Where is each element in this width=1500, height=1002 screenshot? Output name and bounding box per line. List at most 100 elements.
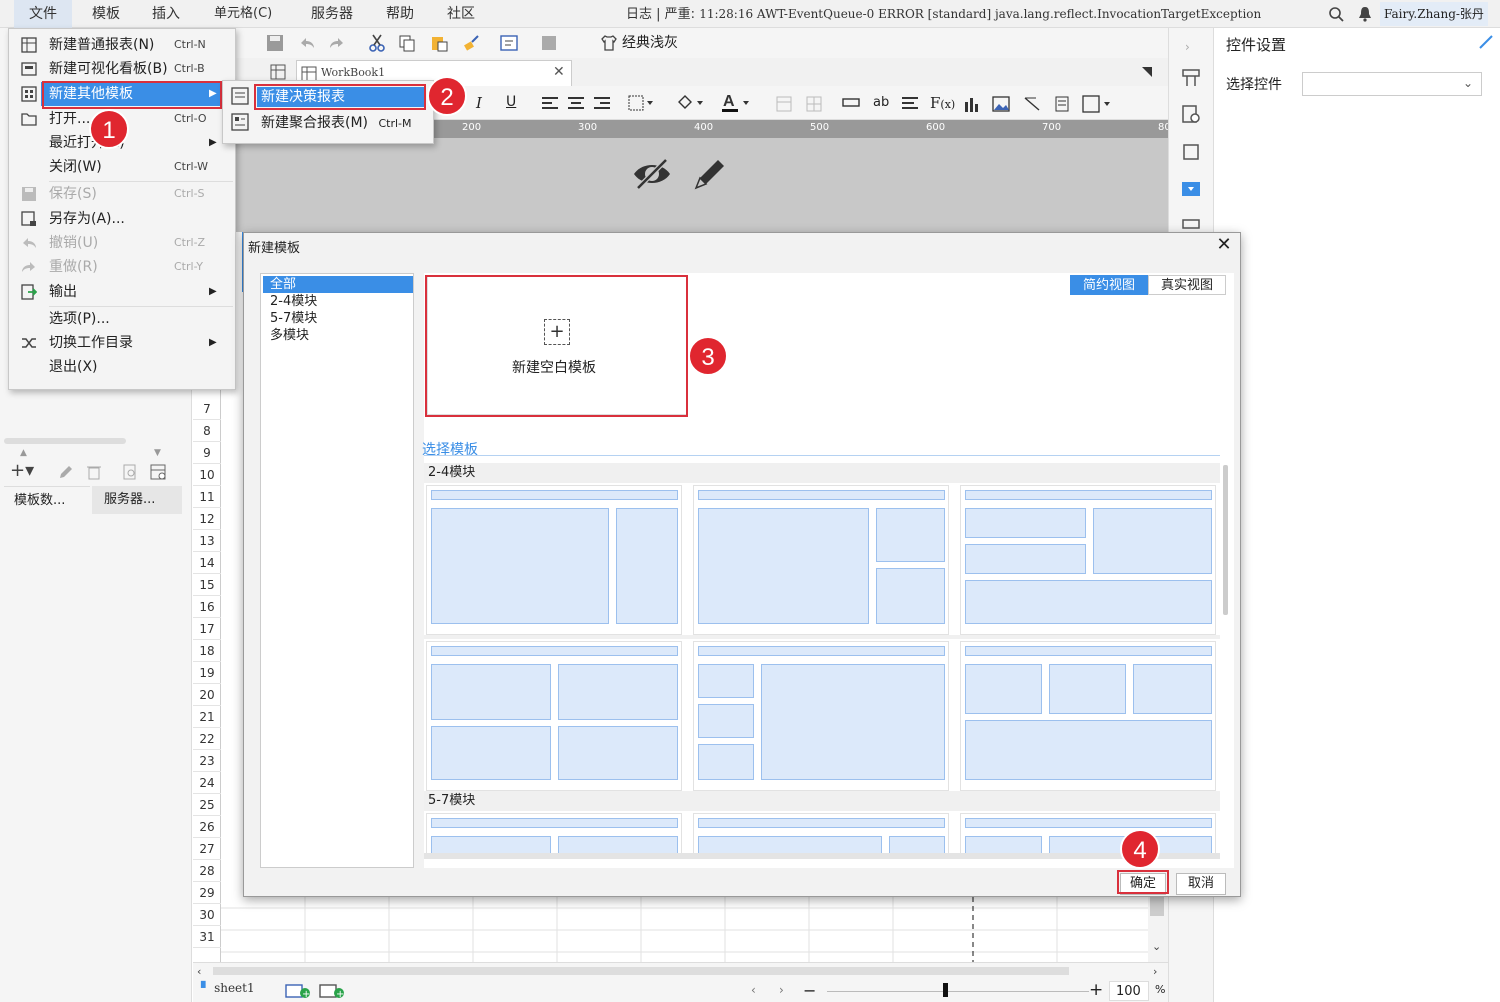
paragraph-icon[interactable] [902,96,918,112]
add-sheet-icon[interactable]: + [285,983,311,999]
condition-icon[interactable] [1181,104,1201,124]
menu-server[interactable]: 服务器 [311,0,353,28]
cut-icon[interactable] [368,34,386,52]
close-icon[interactable]: ✕ [1214,235,1234,255]
category-all[interactable]: 全部 [263,276,413,293]
menu-item-exit[interactable]: 退出(X) [9,355,235,379]
row-header[interactable]: 16 [193,596,221,618]
gallery-hscroll[interactable] [424,853,1220,859]
menu-item-options[interactable]: 选项(P)... [9,307,235,331]
chevron-right-icon[interactable]: › [1185,40,1190,54]
row-header[interactable]: 12 [193,508,221,530]
real-view-button[interactable]: 真实视图 [1148,275,1226,295]
tab-server-data[interactable]: 服务器... [92,486,182,514]
subreport-icon[interactable] [1054,96,1070,112]
row-header[interactable]: 22 [193,728,221,750]
text-box-icon[interactable] [842,98,860,108]
menu-item-redo[interactable]: 重做(R) Ctrl-Y [9,255,235,279]
menu-item-save-as[interactable]: 另存为(A)... [9,207,235,231]
row-header[interactable]: 29 [193,882,221,904]
close-icon[interactable]: ✕ [553,64,565,80]
row-header[interactable]: 23 [193,750,221,772]
row-header[interactable]: 30 [193,904,221,926]
menu-item-export[interactable]: 输出 ▶ [9,280,235,304]
template-icon[interactable] [540,34,558,52]
border-icon[interactable] [628,95,656,111]
fill-color-icon[interactable] [676,94,706,112]
tab-template-data[interactable]: 模板数... [4,486,90,514]
split-icon[interactable] [806,96,822,112]
row-header[interactable]: 21 [193,706,221,728]
row-header[interactable]: 31 [193,926,221,948]
search-icon[interactable] [1328,6,1344,22]
menu-template[interactable]: 模板 [92,0,120,28]
template-card[interactable] [426,813,682,853]
menu-file[interactable]: 文件 [14,0,72,28]
collapse-icon[interactable]: ▲ [20,448,27,458]
pencil-icon[interactable] [692,154,728,192]
zoom-in-icon[interactable]: + [1089,980,1103,1000]
template-card[interactable] [960,641,1216,791]
grid-icon[interactable] [270,64,286,80]
add-icon[interactable]: +▾ [10,460,34,481]
row-header[interactable]: 9 [193,442,221,464]
redo-icon[interactable] [328,34,346,52]
menu-item-new-dashboard[interactable]: 新建可视化看板(B) Ctrl-B [9,57,235,81]
dataset-icon[interactable] [150,464,168,480]
row-header[interactable]: 17 [193,618,221,640]
next-page-icon[interactable]: › [779,983,784,997]
copy-icon[interactable] [398,34,416,52]
align-left-icon[interactable] [542,96,558,110]
row-header[interactable]: 25 [193,794,221,816]
paste-icon[interactable] [430,34,448,52]
underline-icon[interactable]: U [506,94,516,110]
row-header[interactable]: 11 [193,486,221,508]
theme-label[interactable]: 经典浅灰 [622,32,678,54]
merge-icon[interactable] [776,96,792,112]
slash-icon[interactable] [1024,96,1040,112]
row-header[interactable]: 14 [193,552,221,574]
scroll-right-icon[interactable]: › [1153,965,1157,978]
menu-insert[interactable]: 插入 [152,0,180,28]
expand-icon[interactable] [1140,65,1154,79]
category-multi[interactable]: 多模块 [263,327,413,344]
align-center-icon[interactable] [568,96,584,110]
row-header[interactable]: 13 [193,530,221,552]
row-header[interactable]: 7 [193,398,221,420]
category-2-4[interactable]: 2-4模块 [263,293,413,310]
sheet-tab[interactable]: ▘ sheet1 [201,981,255,995]
widget-icon[interactable] [1181,142,1201,162]
category-5-7[interactable]: 5-7模块 [263,310,413,327]
template-card[interactable] [960,485,1216,635]
row-header[interactable]: 19 [193,662,221,684]
prev-page-icon[interactable]: ‹ [751,983,756,997]
font-color-icon[interactable]: A [722,92,752,114]
row-header[interactable]: 18 [193,640,221,662]
cell-attr-icon[interactable] [1181,68,1201,88]
row-header[interactable]: 15 [193,574,221,596]
scroll-left-icon[interactable]: ‹ [197,965,201,978]
row-header[interactable]: 28 [193,860,221,882]
row-header[interactable]: 8 [193,420,221,442]
template-card[interactable] [960,813,1216,853]
expand-down-icon[interactable]: ▼ [154,448,161,458]
frame-icon[interactable] [1082,95,1114,113]
scrollbar[interactable] [4,438,126,444]
row-header[interactable]: 26 [193,816,221,838]
simple-view-button[interactable]: 简约视图 [1070,275,1148,295]
template-card[interactable] [426,485,682,635]
menu-help[interactable]: 帮助 [386,0,414,28]
preview-icon[interactable] [500,34,518,52]
zoom-out-icon[interactable]: − [803,981,816,1000]
zoom-slider-thumb[interactable] [943,983,948,997]
undo-icon[interactable] [298,34,316,52]
text-icon[interactable]: ab [873,95,889,110]
menu-item-close[interactable]: 关闭(W) Ctrl-W [9,155,235,179]
template-card[interactable] [426,641,682,791]
menu-item-undo[interactable]: 撤销(U) Ctrl-Z [9,231,235,255]
menu-item-save[interactable]: 保存(S) Ctrl-S [9,182,235,206]
horizontal-scrollbar[interactable] [213,967,1069,975]
select-control-dropdown[interactable]: ⌄ [1302,72,1482,96]
row-header[interactable]: 27 [193,838,221,860]
control-settings-icon[interactable] [1181,180,1201,198]
